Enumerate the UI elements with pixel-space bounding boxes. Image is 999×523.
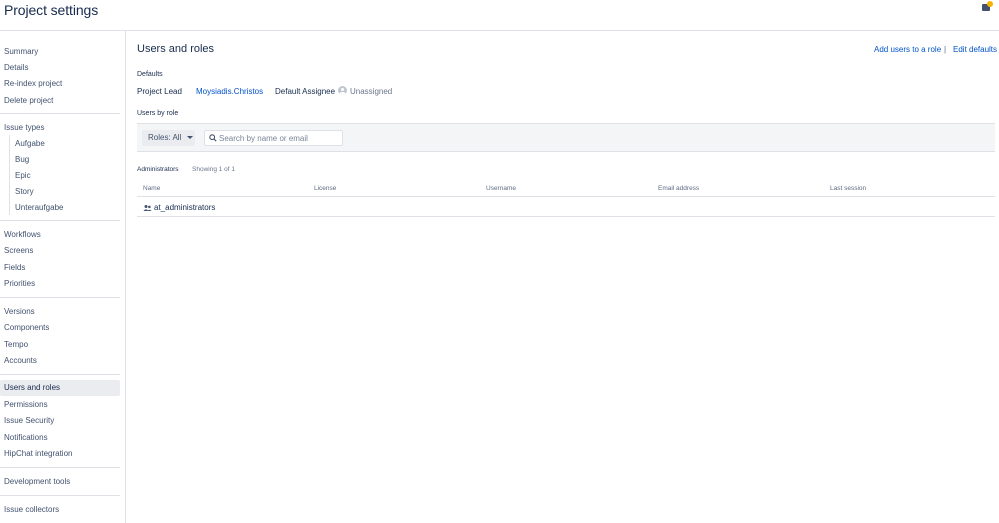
edit-defaults-link[interactable]: Edit defaults [953, 45, 997, 54]
project-lead-label: Project Lead [137, 87, 182, 96]
sidebar-item-issue-collectors[interactable]: Issue collectors [0, 502, 120, 517]
link-separator: | [944, 45, 947, 54]
sidebar-item-notifications[interactable]: Notifications [0, 430, 120, 445]
sidebar-item-story[interactable]: Story [0, 184, 120, 199]
sidebar-item-bug[interactable]: Bug [0, 152, 120, 167]
column-header-username: Username [486, 185, 516, 192]
sidebar-item-epic[interactable]: Epic [0, 168, 120, 183]
table-row-divider [137, 216, 995, 217]
column-header-name[interactable]: Name [143, 185, 160, 192]
sidebar-item-delete-project[interactable]: Delete project [0, 93, 120, 108]
notification-badge [987, 1, 993, 7]
sidebar-item-screens[interactable]: Screens [0, 243, 120, 258]
filter-bar: Roles: All [137, 123, 995, 152]
column-header-last-session: Last session [830, 185, 867, 192]
roles-filter-dropdown[interactable]: Roles: All [142, 130, 195, 146]
sidebar-divider [0, 495, 120, 496]
sidebar-item-tempo[interactable]: Tempo [0, 337, 120, 352]
sidebar-item-unteraufgabe[interactable]: Unteraufgabe [0, 200, 120, 215]
search-icon [209, 134, 217, 142]
group-icon [143, 205, 152, 211]
chevron-down-icon [187, 136, 193, 139]
sidebar-divider [0, 297, 120, 298]
page-header: Project settings [0, 0, 999, 31]
default-assignee-label: Default Assignee [275, 87, 336, 96]
avatar-icon [338, 86, 347, 95]
column-header-license: License [314, 185, 337, 192]
sidebar-item-aufgabe[interactable]: Aufgabe [0, 136, 120, 151]
sidebar-item-users-and-roles[interactable]: Users and roles [0, 380, 120, 396]
sidebar-item-hipchat[interactable]: HipChat integration [0, 446, 120, 461]
sidebar-item-versions[interactable]: Versions [0, 304, 120, 319]
sidebar-divider [0, 113, 120, 114]
search-input[interactable] [219, 132, 339, 144]
page-title: Project settings [4, 2, 99, 18]
project-lead-link[interactable]: Moysiadis.Christos [196, 87, 263, 96]
role-section-count: Showing 1 of 1 [192, 166, 236, 173]
search-field[interactable] [204, 130, 343, 146]
table-header-divider [137, 196, 995, 197]
roles-filter-label: Roles: All [148, 133, 182, 142]
section-title: Users and roles [137, 43, 215, 55]
sidebar-divider [0, 374, 120, 375]
sidebar-divider [0, 467, 120, 468]
sidebar-item-issue-types[interactable]: Issue types [0, 120, 120, 135]
column-header-email: Email address [658, 185, 700, 192]
defaults-heading: Defaults [137, 71, 163, 78]
sidebar-nav: Summary Details Re-index project Delete … [0, 31, 126, 523]
sidebar-item-priorities[interactable]: Priorities [0, 276, 120, 291]
role-section-name: Administrators [137, 166, 179, 173]
sidebar-item-details[interactable]: Details [0, 60, 120, 75]
users-by-role-heading: Users by role [137, 110, 179, 117]
default-assignee-value: Unassigned [350, 87, 393, 96]
add-users-to-role-link[interactable]: Add users to a role [874, 45, 941, 54]
sidebar-item-development-tools[interactable]: Development tools [0, 474, 120, 489]
sidebar-item-workflows[interactable]: Workflows [0, 227, 120, 242]
sidebar-item-issue-security[interactable]: Issue Security [0, 413, 120, 428]
sidebar-item-permissions[interactable]: Permissions [0, 397, 120, 412]
sidebar-item-accounts[interactable]: Accounts [0, 353, 120, 368]
group-name: at_administrators [154, 203, 216, 212]
sidebar-item-components[interactable]: Components [0, 320, 120, 335]
feedback-icon[interactable] [980, 1, 994, 13]
sidebar-divider [0, 220, 120, 221]
sidebar-item-reindex[interactable]: Re-index project [0, 76, 120, 91]
sidebar-item-fields[interactable]: Fields [0, 260, 120, 275]
sidebar-item-summary[interactable]: Summary [0, 44, 120, 59]
